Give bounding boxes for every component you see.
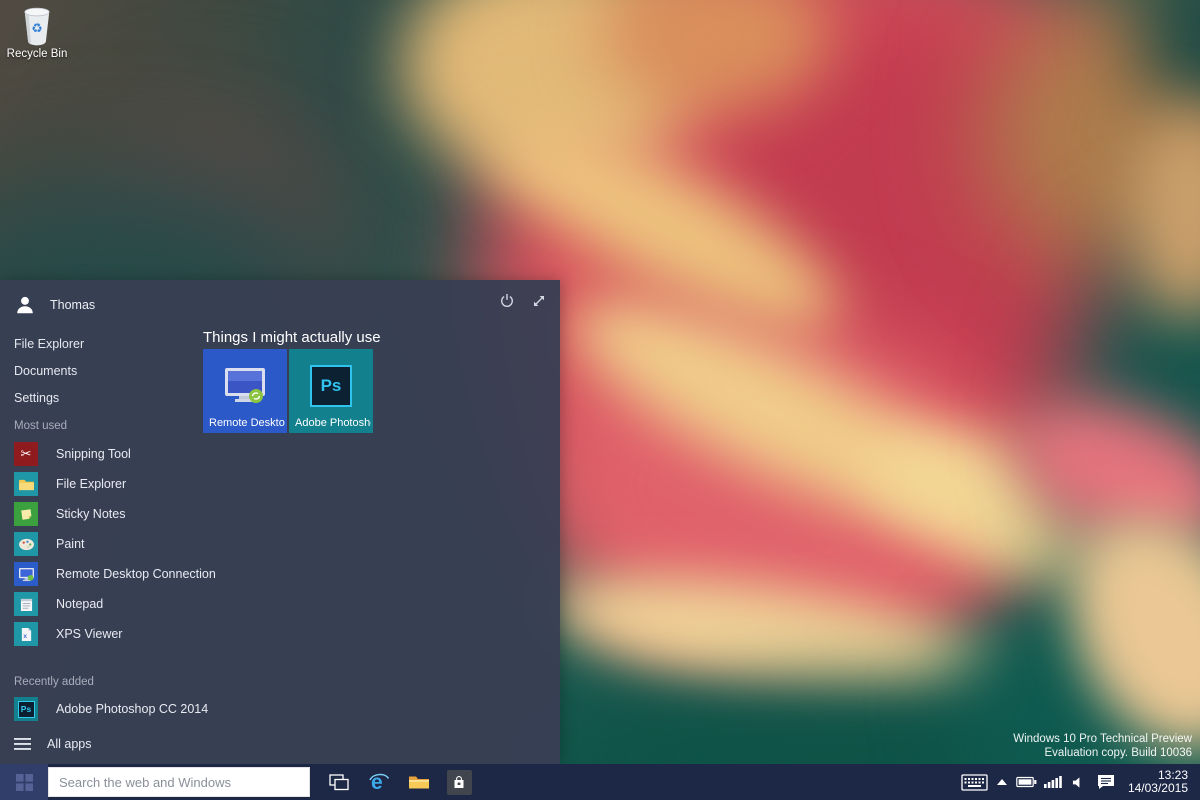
sticky-note-icon [14,502,38,526]
xps-document-icon: x [14,622,38,646]
task-view-button[interactable] [319,764,359,800]
recycle-bin-icon: ♻ [20,6,54,46]
most-used-header: Most used [14,420,67,432]
watermark-line1: Windows 10 Pro Technical Preview [1013,732,1192,746]
snipping-tool-icon: ✂ [14,442,38,466]
desktop: ♻ Recycle Bin Windows 10 Pro Technical P… [0,0,1200,800]
show-hidden-icons-button[interactable] [992,764,1012,800]
remote-desktop-tile-icon [223,366,267,406]
build-watermark: Windows 10 Pro Technical Preview Evaluat… [1013,732,1192,760]
notepad-icon [14,592,38,616]
clock-time: 13:23 [1122,769,1188,783]
battery-button[interactable] [1012,764,1040,800]
store-bag-icon [452,775,466,790]
power-button[interactable] [498,292,516,310]
start-button[interactable] [0,764,48,800]
app-adobe-photoshop[interactable]: Ps Adobe Photoshop CC 2014 [14,694,208,724]
user-avatar-icon [14,294,36,316]
nav-documents[interactable]: Documents [14,358,84,385]
file-explorer-icon [408,774,430,791]
photoshop-tile-icon: Ps [310,365,352,407]
user-account-button[interactable]: Thomas [14,294,95,316]
recycle-bin-desktop-icon[interactable]: ♻ Recycle Bin [4,6,70,60]
expand-start-menu-button[interactable] [530,292,548,310]
svg-text:♻: ♻ [31,22,42,37]
volume-button[interactable] [1066,764,1090,800]
paint-palette-icon [14,532,38,556]
taskbar: e [0,764,1200,800]
app-notepad[interactable]: Notepad [14,589,216,619]
action-center-button[interactable] [1090,764,1122,800]
chevron-up-icon [997,779,1007,785]
battery-icon [1016,776,1037,788]
photoshop-icon: Ps [14,697,38,721]
monitor-icon [14,562,38,586]
network-signal-icon [1044,776,1062,788]
app-remote-desktop-connection[interactable]: Remote Desktop Connection [14,559,216,589]
touch-keyboard-icon [961,774,988,791]
tile-adobe-photoshop[interactable]: Ps Adobe Photoshop CC 2014 [289,349,373,433]
scissors-icon: ✂ [21,448,32,461]
start-nav: File Explorer Documents Settings [14,331,84,412]
app-file-explorer[interactable]: File Explorer [14,469,216,499]
internet-explorer-button[interactable]: e [359,764,399,800]
app-paint[interactable]: Paint [14,529,216,559]
file-explorer-button[interactable] [399,764,439,800]
clock-date: 14/03/2015 [1122,782,1188,796]
recently-added-header: Recently added [14,676,94,688]
clock[interactable]: 13:23 14/03/2015 [1122,769,1196,796]
nav-file-explorer[interactable]: File Explorer [14,331,84,358]
internet-explorer-icon: e [367,770,391,794]
tile-group: Remote Desktop Ps Adobe Photoshop CC 201… [203,349,373,433]
store-button[interactable] [439,764,479,800]
power-icon [499,293,515,309]
search-input[interactable] [48,767,310,797]
windows-logo-icon [16,774,33,791]
user-name: Thomas [50,298,95,312]
watermark-line2: Evaluation copy. Build 10036 [1013,746,1192,760]
tile-remote-desktop[interactable]: Remote Desktop [203,349,287,433]
store-tile [447,770,472,795]
app-snipping-tool[interactable]: ✂ Snipping Tool [14,439,216,469]
action-center-icon [1097,774,1115,790]
touch-keyboard-button[interactable] [956,764,992,800]
speaker-icon [1072,776,1085,789]
folder-icon [14,472,38,496]
svg-text:x: x [23,633,27,640]
all-apps-button[interactable]: All apps [14,732,91,756]
most-used-list: ✂ Snipping Tool File Explorer [14,439,216,649]
expand-icon [531,293,547,309]
app-xps-viewer[interactable]: x XPS Viewer [14,619,216,649]
all-apps-list-icon [14,737,31,751]
network-button[interactable] [1040,764,1066,800]
task-view-icon [329,774,349,791]
tile-group-title: Things I might actually use [203,329,381,346]
recently-added-list: Ps Adobe Photoshop CC 2014 [14,694,208,724]
nav-settings[interactable]: Settings [14,385,84,412]
taskbar-pinned-icons: e [319,764,479,800]
system-tray: 13:23 14/03/2015 [956,764,1200,800]
app-sticky-notes[interactable]: Sticky Notes [14,499,216,529]
start-menu: Thomas File Explorer Documents Settings … [0,280,560,764]
recycle-bin-label: Recycle Bin [7,48,68,60]
